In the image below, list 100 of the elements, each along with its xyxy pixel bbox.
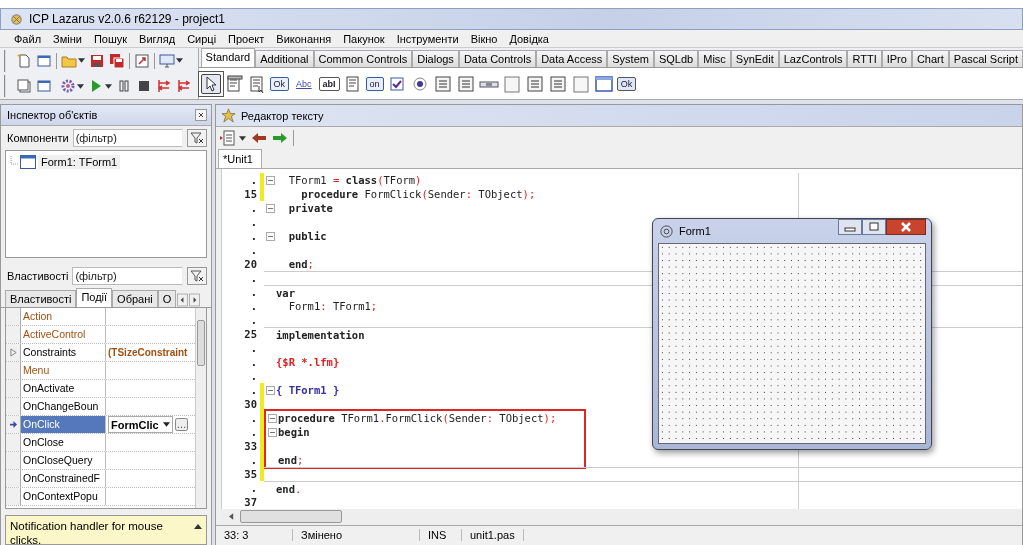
menu-item[interactable]: Проект [228, 32, 265, 45]
caret-icon[interactable] [162, 422, 170, 427]
inspector-tab[interactable]: Обрані [112, 290, 158, 307]
caret-icon[interactable] [105, 83, 112, 89]
scroll-left-icon[interactable] [177, 293, 189, 307]
property-name[interactable]: OnChangeBoun [21, 398, 106, 415]
list-icon[interactable] [524, 73, 545, 94]
clear-filter-icon[interactable] [187, 267, 207, 285]
palette-tab[interactable]: Dialogs [412, 50, 459, 67]
inspector-tab[interactable]: Властивості [5, 290, 77, 307]
component-button[interactable]: Abc [292, 76, 316, 91]
caret-icon[interactable] [77, 83, 84, 89]
pause-icon[interactable] [116, 78, 132, 95]
component-button[interactable]: on [365, 76, 384, 91]
line-number: 20 [244, 258, 258, 271]
file-tab[interactable]: *Unit1 [218, 149, 262, 169]
maximize-icon[interactable] [862, 219, 886, 235]
fold-icon[interactable] [265, 175, 275, 185]
component-button[interactable]: abI [318, 76, 340, 91]
scroll-up-icon[interactable] [194, 523, 202, 529]
event-handler-dropdown[interactable]: FormClic [108, 416, 173, 433]
palette-tab[interactable]: Standard [200, 48, 256, 67]
list-icon[interactable] [455, 73, 476, 94]
forward-arrow-icon[interactable] [272, 130, 288, 146]
caret-icon[interactable] [78, 58, 85, 64]
inspector-tab[interactable]: Події [76, 288, 113, 307]
fold-icon[interactable] [265, 203, 275, 213]
menu-item[interactable]: Вікно [470, 32, 498, 45]
palette-tab[interactable]: Additional [255, 50, 314, 67]
caret-icon[interactable] [176, 58, 183, 64]
property-name[interactable]: OnActivate [21, 380, 106, 397]
fold-icon[interactable] [265, 385, 275, 395]
palette-tab[interactable]: Data Access [536, 50, 608, 67]
palette-tab[interactable]: Data Controls [458, 50, 537, 67]
monitor-icon[interactable] [159, 52, 175, 69]
new-form-icon[interactable] [36, 78, 52, 95]
filter-field[interactable]: (фільтр) [72, 267, 183, 285]
line-number: . [250, 300, 258, 313]
filter-field[interactable]: (фільтр) [72, 129, 183, 147]
scroll-right-icon[interactable] [189, 293, 201, 307]
close-icon[interactable] [886, 219, 926, 235]
save-icon[interactable] [89, 52, 105, 69]
pointer-icon[interactable] [200, 73, 221, 94]
list-icon[interactable] [547, 73, 568, 94]
gear-icon[interactable] [60, 78, 76, 95]
list-icon[interactable] [220, 130, 236, 146]
menu-item[interactable]: Файл [14, 32, 42, 45]
clear-filter-icon[interactable] [187, 129, 207, 147]
property-name[interactable]: OnConstrainedF [21, 470, 106, 487]
action-list-button[interactable]: Ok [616, 76, 637, 91]
property-name[interactable]: OnContextPopu [21, 488, 106, 505]
menu-item[interactable]: Пакунок [343, 32, 385, 45]
frame-icon[interactable] [593, 73, 614, 94]
fold-icon[interactable] [267, 413, 277, 423]
component-button[interactable]: Ok [269, 76, 290, 91]
back-arrow-icon[interactable] [251, 130, 267, 146]
property-name[interactable]: ActiveControl [21, 326, 106, 343]
menu-item[interactable]: Виконання [276, 32, 332, 45]
design-grid[interactable] [658, 243, 926, 444]
scrollbar[interactable] [195, 308, 206, 508]
menu-item[interactable]: Зміни [53, 32, 82, 45]
palette-tab[interactable]: System [607, 50, 654, 67]
palette-tab[interactable]: Pascal Script [948, 50, 1023, 67]
property-name[interactable]: Menu [21, 362, 106, 379]
windows-icon[interactable] [16, 78, 32, 95]
palette-tab[interactable]: Misc [698, 50, 731, 67]
menu-item[interactable]: Довідка [509, 32, 549, 45]
menu-item[interactable]: Інструменти [396, 32, 459, 45]
scroll-left-icon[interactable] [229, 513, 234, 521]
menu-item[interactable]: Вигляд [139, 32, 176, 45]
step-icon[interactable] [176, 78, 192, 95]
palette-tab[interactable]: SynEdit [730, 50, 779, 67]
save-all-icon[interactable] [109, 52, 125, 69]
palette-tab[interactable]: Chart [911, 50, 949, 67]
palette-tab[interactable]: IPro [881, 50, 912, 67]
fold-icon[interactable] [267, 427, 277, 437]
palette-tab[interactable]: LazControls [778, 50, 848, 67]
menu-item[interactable]: Пошук [93, 32, 128, 45]
property-name[interactable]: OnClose [21, 434, 106, 451]
minimize-icon[interactable] [838, 219, 862, 235]
palette-tab[interactable]: Common Controls [313, 50, 413, 67]
new-file-icon[interactable] [16, 52, 32, 69]
fold-icon[interactable] [265, 231, 275, 241]
new-form-icon[interactable] [36, 52, 52, 69]
more-icon[interactable] [174, 418, 188, 431]
expand-icon[interactable] [9, 348, 17, 357]
property-name[interactable]: OnCloseQuery [21, 452, 106, 469]
caret-icon[interactable] [239, 135, 246, 141]
property-name[interactable]: Constraints [21, 344, 106, 361]
step-icon[interactable] [156, 78, 172, 95]
menu-item[interactable]: Сирці [187, 32, 217, 45]
property-name[interactable]: OnClick [21, 416, 106, 433]
toggle-form-icon[interactable] [134, 52, 150, 69]
palette-tab[interactable]: SQLdb [653, 50, 699, 67]
palette-tab[interactable]: RTTI [847, 50, 882, 67]
tree-item[interactable]: Form1: TForm1 [38, 155, 121, 169]
status-text: unit1.pas [462, 529, 524, 542]
property-name[interactable]: Action [21, 308, 106, 325]
close-icon[interactable] [195, 109, 207, 121]
code-line: {$R *.lfm} [276, 356, 340, 369]
